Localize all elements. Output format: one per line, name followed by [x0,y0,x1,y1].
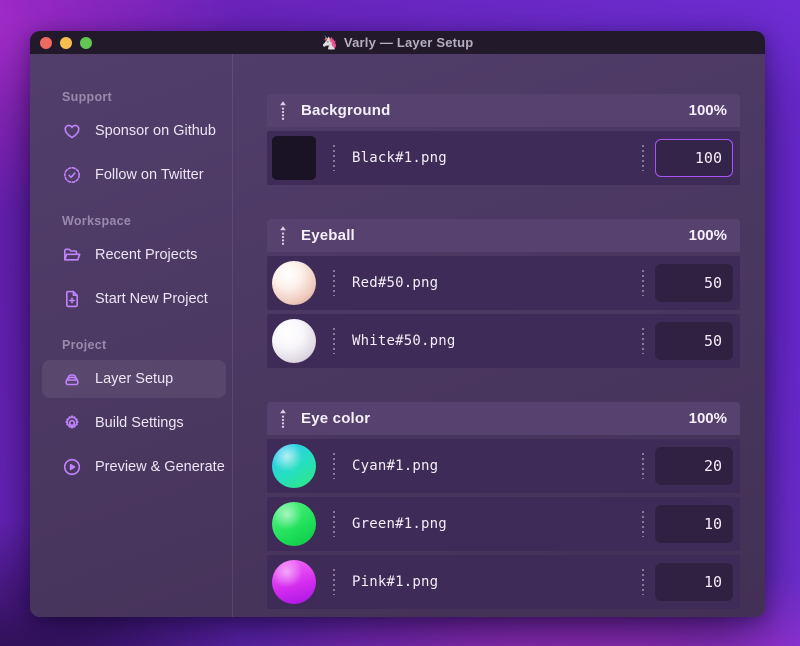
sidebar-item-label: Recent Projects [95,247,198,263]
sidebar-item-label: Preview & Generate [95,459,225,475]
drag-handle-icon[interactable] [278,100,288,122]
layer-group-title: Background [301,102,391,119]
divider-dots [333,145,335,171]
layer-row[interactable]: Pink#1.png [267,555,740,609]
layer-weight-input[interactable] [655,505,733,543]
sidebar-item-label: Sponsor on Github [95,123,216,139]
layer-row[interactable]: Green#1.png [267,497,740,551]
divider-dots [642,145,644,171]
layer-rows: Black#1.png [267,131,740,185]
layer-group-opacity: 100% [688,102,727,119]
layer-filename: Black#1.png [352,150,447,166]
window-body: Support Sponsor on Github Follow on Twit… [30,54,765,617]
sidebar-item-label: Follow on Twitter [95,167,204,183]
layer-filename: Cyan#1.png [352,458,439,474]
play-circle-icon [62,457,82,477]
layer-group-header[interactable]: Background 100% [267,94,740,127]
unicorn-app-icon: 🦄 [321,35,338,50]
sidebar-item-start-new-project[interactable]: Start New Project [42,280,226,318]
layer-group-title: Eyeball [301,227,355,244]
sidebar-item-label: Layer Setup [95,371,174,387]
layer-filename: Pink#1.png [352,574,439,590]
layer-group-opacity: 100% [688,227,727,244]
app-window: 🦄 Varly — Layer Setup Support Sponsor on… [30,31,765,617]
divider-dots [333,569,335,595]
sidebar-item-follow-on-twitter[interactable]: Follow on Twitter [42,156,226,194]
title-bar[interactable]: 🦄 Varly — Layer Setup [30,31,765,54]
layer-rows: Cyan#1.png Green#1.png Pink#1.png [267,439,740,609]
layer-rows: Red#50.png White#50.png [267,256,740,368]
layer-group-header[interactable]: Eyeball 100% [267,219,740,252]
divider-dots [642,270,644,296]
minimize-button[interactable] [60,36,72,49]
layer-weight-input[interactable] [655,322,733,360]
divider-dots [333,511,335,537]
sidebar-item-recent-projects[interactable]: Recent Projects [42,236,226,274]
layer-group-title: Eye color [301,410,371,427]
layer-weight-input[interactable] [655,264,733,302]
sidebar-section-label: Workspace [62,214,132,228]
sidebar-item-label: Start New Project [95,291,208,307]
layer-setup-panel: Background 100% Black#1.png Eyeball 100%… [233,54,765,617]
white-sphere-thumbnail [272,319,316,363]
sidebar-section: Project Layer Setup Build Settings Previ… [42,338,232,486]
drag-handle-icon[interactable] [278,408,288,430]
pink-sphere-thumbnail [272,560,316,604]
layer-group-opacity: 100% [688,410,727,427]
layer-group-eye-color: Eye color 100% Cyan#1.png Green#1.png Pi… [267,402,740,609]
layer-weight-input[interactable] [655,447,733,485]
layer-weight-input[interactable] [655,563,733,601]
layer-row[interactable]: Black#1.png [267,131,740,185]
sidebar-item-label: Build Settings [95,415,184,431]
sidebar-section: Workspace Recent Projects Start New Proj… [62,214,232,318]
cyan-sphere-thumbnail [272,444,316,488]
red-sphere-thumbnail [272,261,316,305]
zoom-button[interactable] [80,36,92,49]
divider-dots [333,328,335,354]
green-sphere-thumbnail [272,502,316,546]
file-plus-icon [62,289,82,309]
heart-icon [62,121,82,141]
layers-icon [62,369,82,389]
layer-row[interactable]: Cyan#1.png [267,439,740,493]
window-controls [40,31,92,54]
layer-filename: White#50.png [352,333,456,349]
gear-icon [62,413,82,433]
verified-icon [62,165,82,185]
layer-row[interactable]: White#50.png [267,314,740,368]
sidebar: Support Sponsor on Github Follow on Twit… [30,54,233,617]
sidebar-section-label: Support [62,90,113,104]
layer-filename: Green#1.png [352,516,447,532]
divider-dots [333,453,335,479]
sidebar-section: Support Sponsor on Github Follow on Twit… [62,90,232,194]
divider-dots [642,453,644,479]
layer-filename: Red#50.png [352,275,439,291]
window-title-text: Varly — Layer Setup [343,35,474,50]
divider-dots [642,511,644,537]
window-title: 🦄 Varly — Layer Setup [322,35,474,50]
layer-weight-input[interactable] [655,139,733,177]
layer-row[interactable]: Red#50.png [267,256,740,310]
layer-group-background: Background 100% Black#1.png [267,94,740,185]
sidebar-item-layer-setup[interactable]: Layer Setup [42,360,226,398]
drag-handle-icon[interactable] [278,225,288,247]
folder-icon [62,245,82,265]
divider-dots [642,328,644,354]
sidebar-section-label: Project [62,338,107,352]
layer-group-eyeball: Eyeball 100% Red#50.png White#50.png [267,219,740,368]
sidebar-item-preview-generate[interactable]: Preview & Generate [42,448,226,486]
sidebar-item-build-settings[interactable]: Build Settings [42,404,226,442]
divider-dots [333,270,335,296]
divider-dots [642,569,644,595]
layer-group-header[interactable]: Eye color 100% [267,402,740,435]
close-button[interactable] [40,36,52,49]
black-square-thumbnail [272,136,316,180]
sidebar-item-sponsor-on-github[interactable]: Sponsor on Github [42,112,226,150]
